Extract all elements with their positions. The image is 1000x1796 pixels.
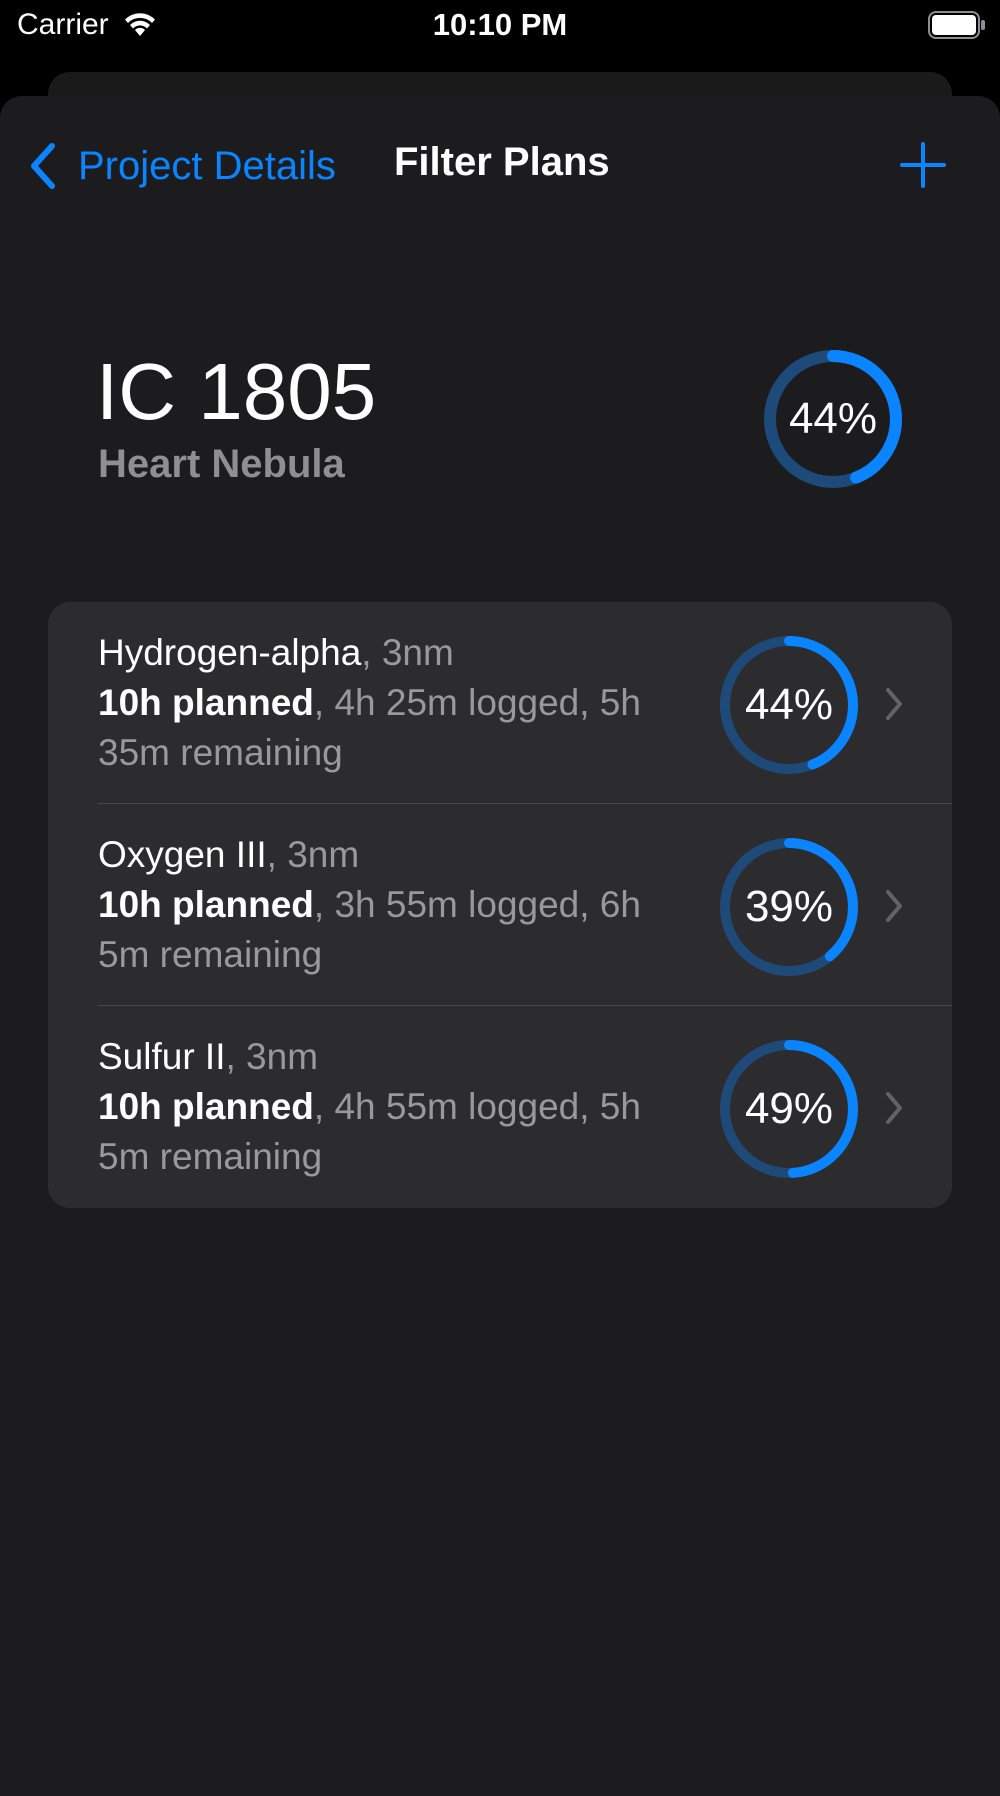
plus-icon[interactable] (898, 140, 948, 190)
plan-row-sulfur-ii[interactable]: Sulfur II, 3nm 10h planned, 4h 55m logge… (48, 1006, 952, 1208)
back-button[interactable]: Project Details (28, 138, 336, 194)
chevron-right-icon (886, 890, 902, 922)
plan-description: Sulfur II, 3nm 10h planned, 4h 55m logge… (98, 1032, 738, 1182)
plan-description: Hydrogen-alpha, 3nm 10h planned, 4h 25m … (98, 628, 738, 778)
planned-time: 10h planned (98, 1086, 314, 1127)
target-progress-label: 44% (788, 394, 878, 443)
plan-detail: , 3h 55m logged, 6h (313, 884, 641, 925)
planned-time: 10h planned (98, 682, 314, 723)
chevron-right-icon (886, 688, 902, 720)
filter-bandwidth: , 3nm (361, 632, 454, 673)
plan-row-hydrogen-alpha[interactable]: Hydrogen-alpha, 3nm 10h planned, 4h 25m … (48, 602, 952, 804)
plan-progress-ring: 39% (718, 836, 860, 978)
plan-remaining: 5m remaining (98, 934, 323, 975)
plan-progress-label: 44% (744, 680, 834, 729)
plan-description: Oxygen III, 3nm 10h planned, 3h 55m logg… (98, 830, 738, 980)
filter-bandwidth: , 3nm (225, 1036, 319, 1077)
battery-icon (928, 11, 985, 39)
page-title: Filter Plans (394, 140, 610, 184)
plan-detail: , 4h 25m logged, 5h (313, 682, 641, 723)
filter-name: Sulfur II (98, 1036, 226, 1077)
filter-name: Oxygen III (98, 834, 267, 875)
filter-plans-list: Hydrogen-alpha, 3nm 10h planned, 4h 25m … (48, 602, 952, 1208)
planned-time: 10h planned (98, 884, 314, 925)
plan-progress-label: 39% (744, 882, 834, 931)
status-bar: Carrier 10:10 PM (0, 0, 1000, 50)
status-time: 10:10 PM (432, 7, 568, 42)
filter-name: Hydrogen-alpha (98, 632, 362, 673)
plan-progress-ring: 49% (718, 1038, 860, 1180)
plan-detail: , 4h 55m logged, 5h (313, 1086, 641, 1127)
back-button-label: Project Details (78, 143, 336, 188)
plan-progress-label: 49% (744, 1084, 834, 1133)
target-id: IC 1805 (96, 347, 377, 436)
target-progress-ring: 44% (760, 346, 906, 492)
plan-row-oxygen-iii[interactable]: Oxygen III, 3nm 10h planned, 3h 55m logg… (48, 804, 952, 1006)
chevron-right-icon (886, 1092, 902, 1124)
target-name: Heart Nebula (98, 442, 345, 486)
chevron-left-icon (31, 143, 55, 189)
plan-progress-ring: 44% (718, 634, 860, 776)
plan-remaining: 35m remaining (98, 732, 343, 773)
plan-remaining: 5m remaining (98, 1136, 323, 1177)
filter-bandwidth: , 3nm (266, 834, 360, 875)
